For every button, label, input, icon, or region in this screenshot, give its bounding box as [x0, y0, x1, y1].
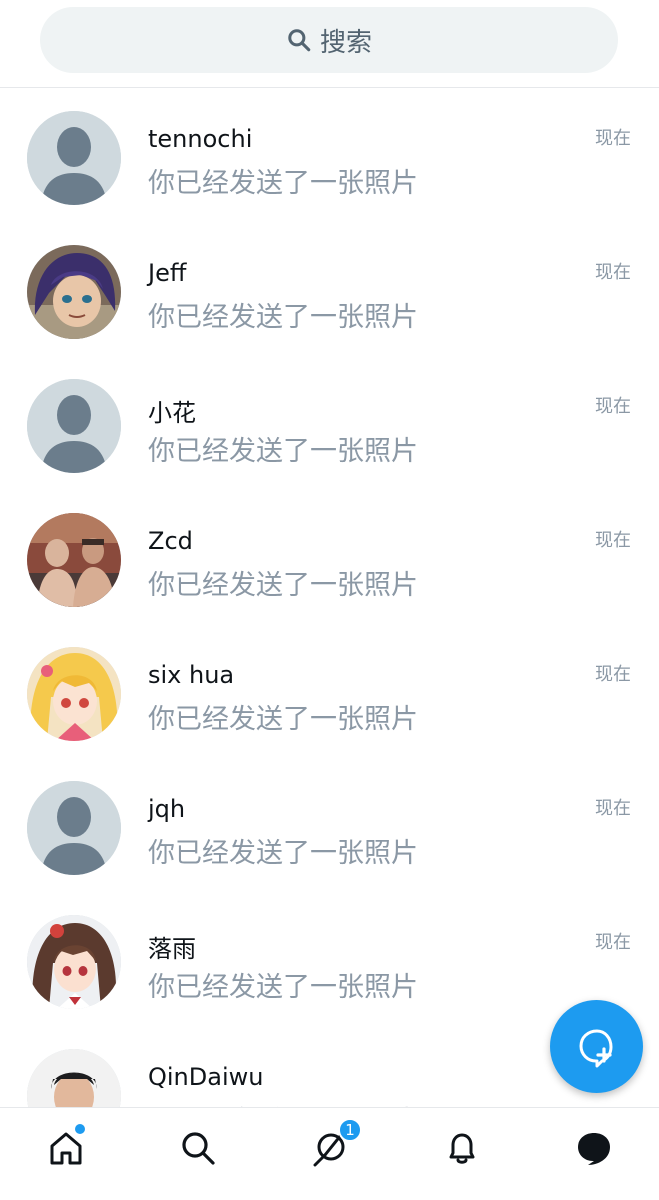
search-bar[interactable]: 搜索: [40, 7, 618, 73]
new-message-icon: [579, 1029, 612, 1067]
conversation-name: six hua: [148, 661, 235, 689]
tab-messages[interactable]: [572, 1126, 616, 1170]
search-label: 搜索: [319, 27, 372, 58]
conversation-time: 现在: [595, 798, 631, 819]
conversation-name: 小花: [148, 399, 196, 427]
conversation-preview: 你已经发送了一张照片: [148, 168, 418, 199]
user-avatar[interactable]: [27, 245, 121, 339]
conversation-name: 落雨: [148, 935, 196, 963]
conversation-preview: 你已经发送了一张照片: [148, 302, 418, 333]
conversation-row[interactable]: Jeff 你已经发送了一张照片 现在: [0, 223, 659, 357]
tab-search[interactable]: [176, 1126, 220, 1170]
conversation-preview: 你已经发送了一张照片: [148, 1099, 418, 1107]
top-bar: 搜索: [0, 0, 659, 88]
message-icon: [578, 1133, 610, 1165]
user-avatar[interactable]: [27, 647, 121, 741]
conversation-time: 现在: [595, 664, 631, 685]
search-icon: [288, 29, 311, 52]
new-message-button[interactable]: [550, 1000, 643, 1093]
default-avatar[interactable]: [27, 111, 121, 205]
conversation-preview: 你已经发送了一张照片: [148, 436, 418, 467]
default-avatar[interactable]: [27, 379, 121, 473]
user-avatar[interactable]: [27, 513, 121, 607]
home-notification-dot: [75, 1124, 85, 1134]
conversation-name: Jeff: [148, 259, 187, 287]
home-icon: [50, 1132, 82, 1165]
user-avatar[interactable]: [27, 915, 121, 1009]
conversation-preview: 你已经发送了一张照片: [148, 704, 418, 735]
spaces-badge: 1: [338, 1118, 362, 1142]
tab-spaces[interactable]: 1: [308, 1118, 362, 1170]
conversation-preview: 你已经发送了一张照片: [148, 570, 418, 601]
user-avatar[interactable]: [27, 1049, 121, 1107]
tab-home[interactable]: [44, 1124, 88, 1170]
conversation-list: tennochi 你已经发送了一张照片 现在 Jeff 你已经发送了一张照片 现…: [0, 89, 659, 1107]
conversation-preview: 你已经发送了一张照片: [148, 838, 418, 869]
conversation-name: tennochi: [148, 125, 253, 153]
conversation-row[interactable]: jqh 你已经发送了一张照片 现在: [0, 759, 659, 893]
conversation-time: 现在: [595, 128, 631, 149]
default-avatar[interactable]: [27, 781, 121, 875]
conversation-row[interactable]: Zcd 你已经发送了一张照片 现在: [0, 491, 659, 625]
bottom-tab-bar: 1: [0, 1107, 659, 1200]
conversation-row[interactable]: 小花 你已经发送了一张照片 现在: [0, 357, 659, 491]
conversation-row[interactable]: six hua 你已经发送了一张照片 现在: [0, 625, 659, 759]
conversation-time: 现在: [595, 530, 631, 551]
conversation-row[interactable]: 落雨 你已经发送了一张照片 现在: [0, 893, 659, 1027]
conversation-name: Zcd: [148, 527, 193, 555]
conversation-preview: 你已经发送了一张照片: [148, 972, 418, 1003]
search-icon: [182, 1132, 215, 1165]
conversation-name: QinDaiwu: [148, 1063, 264, 1091]
bell-icon: [449, 1133, 475, 1164]
tab-notifications[interactable]: [440, 1126, 484, 1170]
conversation-time: 现在: [595, 932, 631, 953]
conversation-row[interactable]: tennochi 你已经发送了一张照片 现在: [0, 89, 659, 223]
conversation-name: jqh: [148, 795, 186, 823]
conversation-time: 现在: [595, 396, 631, 417]
conversation-time: 现在: [595, 262, 631, 283]
